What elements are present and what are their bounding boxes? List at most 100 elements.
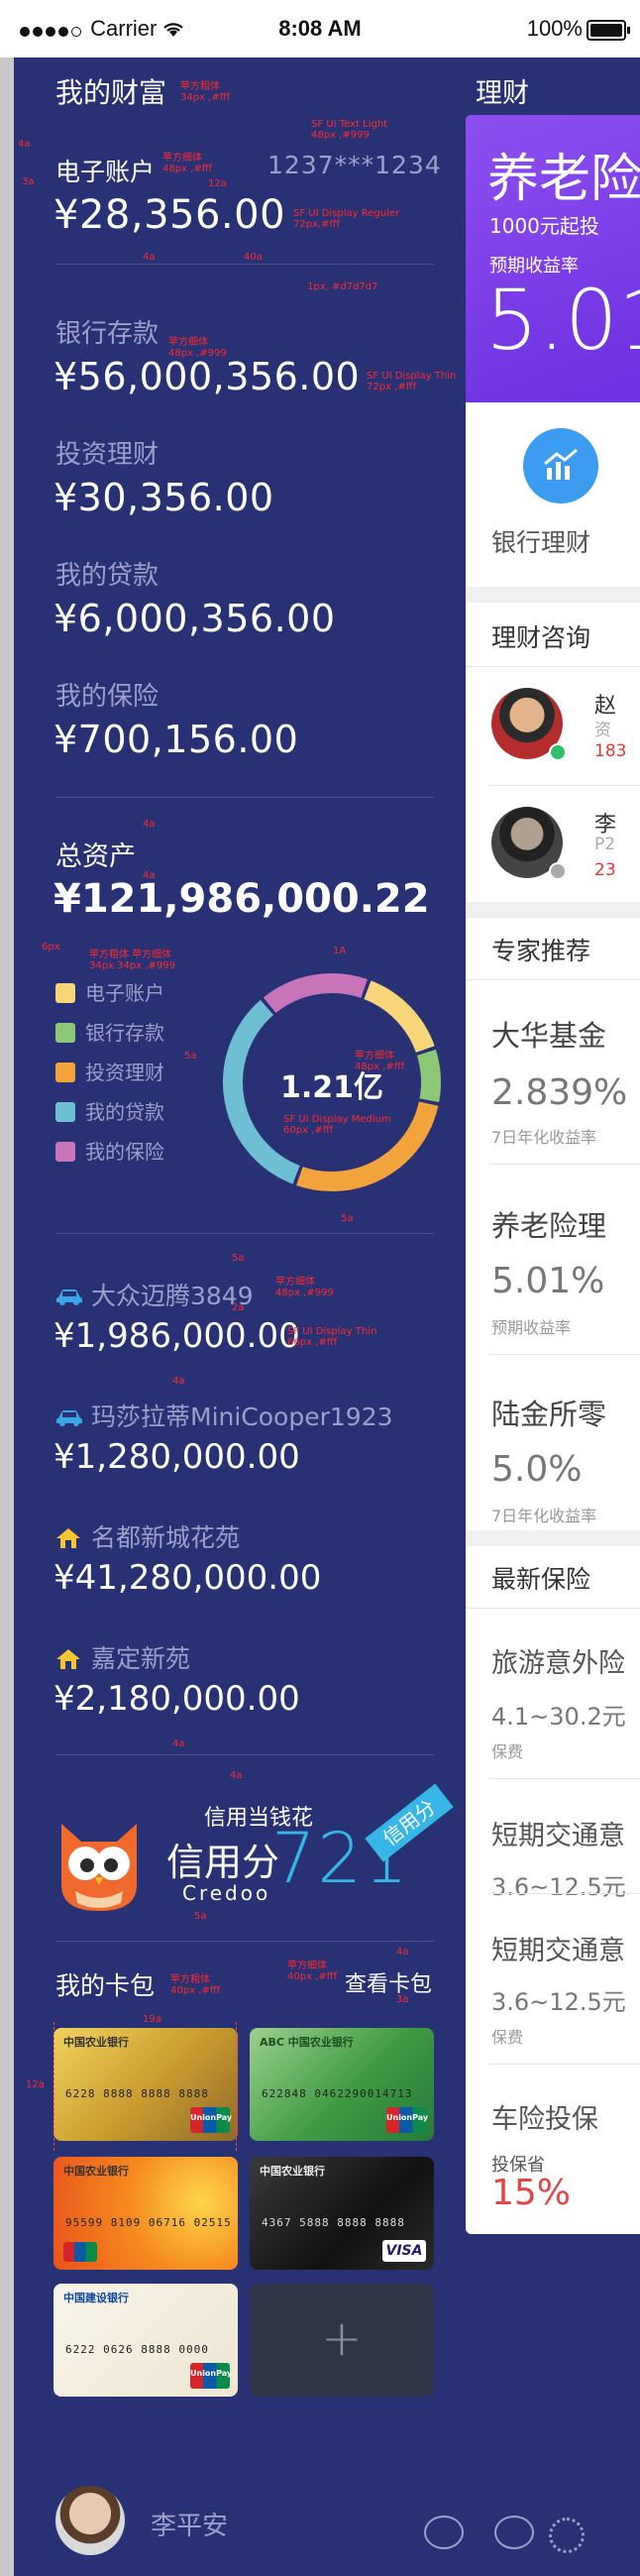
card-bank-name: 中国农业银行: [63, 2036, 129, 2049]
spec-annotation: 5a: [341, 1213, 354, 1224]
divider: [55, 1754, 434, 1755]
promo-title: 养老险: [487, 150, 640, 209]
consultant-count: 183: [594, 741, 627, 761]
spec-annotation: 苹方细体 48px ,#fff: [355, 1051, 405, 1072]
insurance-name[interactable]: 短期交通意: [491, 1929, 625, 1967]
house-icon: [56, 1649, 80, 1669]
legend-loan: 我的贷款: [55, 1096, 164, 1125]
asset-amount[interactable]: ¥1,280,000.00: [53, 1437, 300, 1477]
spec-annotation: 3a: [396, 1994, 409, 2005]
bank-card[interactable]: 中国农业银行 95599 8109 06716 02515: [53, 2157, 238, 2270]
promo-banner[interactable]: 养老险 1000元起投 预期收益率 5.01: [466, 115, 640, 402]
avatar[interactable]: [55, 2486, 125, 2555]
spec-annotation: 苹方细体 48px ,#999: [275, 1277, 334, 1298]
asset-amount[interactable]: ¥1,986,000.00: [53, 1316, 300, 1356]
spec-annotation: 4a: [396, 1947, 409, 1958]
insurance-desc: 保费: [491, 2028, 524, 2047]
finance-page-preview[interactable]: 养老险 1000元起投 预期收益率 5.01 银行理财 理财咨询 赵 资 183…: [466, 115, 640, 2234]
section-gap: [466, 1530, 640, 1546]
spec-annotation: SF UI Display Reguler 72px,#fff: [293, 208, 400, 230]
message-icon[interactable]: [494, 2516, 534, 2549]
fund-name[interactable]: 养老险理: [491, 1203, 606, 1245]
asset-label: 玛莎拉蒂MiniCooper1923: [55, 1398, 393, 1433]
fund-rate: 5.01%: [491, 1261, 605, 1301]
spec-annotation: 苹方粗体 苹方细体 34px 34px ,#999: [89, 950, 175, 971]
offline-status-badge: [549, 862, 567, 880]
asset-label: 大众迈腾3849: [55, 1277, 254, 1312]
investment-label: 投资理财: [55, 440, 160, 470]
add-card-button[interactable]: +: [250, 2284, 434, 2397]
fund-name[interactable]: 陆金所零: [491, 1392, 606, 1433]
bank-card[interactable]: 中国农业银行 6228 8888 8888 8888 UnionPay: [53, 2028, 238, 2141]
divider: [489, 1778, 640, 1779]
legend-swatch: [55, 983, 75, 1003]
promo-subtitle: 1000元起投: [489, 214, 599, 238]
bank-card[interactable]: ABC 中国农业银行 622848 0462290014713 UnionPay: [250, 2028, 434, 2141]
donut-slice-5[interactable]: [263, 973, 368, 1014]
legend-investment: 投资理财: [55, 1057, 164, 1085]
spec-annotation: 4a: [143, 819, 156, 830]
legend-swatch: [55, 1023, 75, 1043]
donut-center-value: 1.21亿: [279, 1070, 384, 1105]
bank-deposit-amount[interactable]: ¥56,000,356.00: [53, 355, 360, 398]
insurance-name[interactable]: 旅游意外险: [491, 1641, 625, 1680]
card-number: 95599 8109 06716 02515: [65, 2216, 232, 2229]
spec-annotation: 1A: [333, 946, 347, 956]
unionpay-icon: UnionPay: [190, 2107, 232, 2133]
battery-percent: 100%: [526, 16, 583, 41]
spec-annotation: 2a: [232, 1302, 245, 1313]
consultant-title: 资: [594, 721, 611, 740]
card-number: 4367 5888 8888 8888: [262, 2216, 405, 2229]
investment-amount[interactable]: ¥30,356.00: [53, 476, 274, 519]
legend-insurance: 我的保险: [55, 1136, 164, 1165]
spec-annotation: 苹方细体 40px ,#fff: [287, 1960, 338, 1982]
card-wallet-title: 我的卡包: [55, 1971, 156, 2000]
divider: [466, 1608, 640, 1609]
fund-rate: 2.839%: [491, 1072, 628, 1113]
consult-title: 理财咨询: [491, 623, 591, 652]
view-cards-link[interactable]: 查看卡包: [345, 1966, 432, 1998]
insurance-amount[interactable]: ¥700,156.00: [53, 718, 298, 761]
asset-amount[interactable]: ¥2,180,000.00: [53, 1679, 300, 1719]
fund-rate: 5.0%: [491, 1449, 583, 1490]
asset-label: 嘉定新苑: [55, 1639, 190, 1675]
unionpay-icon: [63, 2242, 97, 2262]
donut-slice-1[interactable]: [364, 980, 435, 1054]
asset-amount[interactable]: ¥41,280,000.00: [53, 1558, 321, 1598]
spec-line: [53, 2022, 54, 2151]
spec-annotation: 19a: [143, 2014, 161, 2025]
credit-score-banner[interactable]: 信用当钱花 信用分 Credoo 721 信用分: [55, 1783, 454, 1923]
fund-name[interactable]: 大华基金: [491, 1013, 606, 1055]
spec-annotation: 12a: [208, 178, 227, 189]
bank-wealth-entry[interactable]: 银行理财: [466, 402, 640, 587]
add-icon: +: [321, 2309, 363, 2367]
loan-amount[interactable]: ¥6,000,356.00: [53, 597, 336, 640]
owl-logo-icon: [61, 1824, 137, 1911]
consultant-count: 23: [594, 860, 616, 880]
bank-deposit-label: 银行存款: [55, 319, 160, 349]
bank-card[interactable]: 中国建设银行 6222 0626 8888 0000 UnionPay: [53, 2284, 238, 2397]
gear-icon[interactable]: [549, 2518, 585, 2553]
asset-donut-chart[interactable]: 1.21亿: [213, 963, 451, 1201]
status-bar: Carrier 8:08 AM 100%: [0, 0, 640, 57]
spec-annotation: SF UI Display Thin 66px ,#fff: [287, 1326, 377, 1348]
legend-swatch: [55, 1102, 75, 1122]
bank-card[interactable]: 中国农业银行 4367 5888 8888 8888 VISA: [250, 2157, 434, 2270]
spec-annotation: 4a: [18, 139, 31, 150]
divider: [489, 1893, 640, 1894]
spec-annotation: 1px, #d7d7d7: [307, 281, 378, 292]
consultant-title: P2: [594, 835, 616, 854]
spec-annotation: 5a: [184, 1051, 197, 1062]
insurance-title: 最新保险: [491, 1565, 591, 1594]
spec-annotation: 苹方细体 48px ,#fff: [162, 153, 213, 174]
divider: [466, 666, 640, 667]
insurance-desc: 保费: [491, 1742, 524, 1761]
spec-annotation: 6px: [42, 942, 60, 952]
chat-icon[interactable]: [424, 2516, 464, 2549]
card-bank-name: 中国农业银行: [260, 2165, 325, 2178]
e-account-amount[interactable]: ¥28,356.00: [53, 192, 285, 238]
e-account-number: 1237***1234: [267, 151, 442, 179]
car-insurance-name[interactable]: 车险投保: [491, 2097, 598, 2136]
spec-annotation: 苹方粗体 34px ,#fff: [180, 81, 231, 103]
insurance-name[interactable]: 短期交通意: [491, 1814, 625, 1852]
